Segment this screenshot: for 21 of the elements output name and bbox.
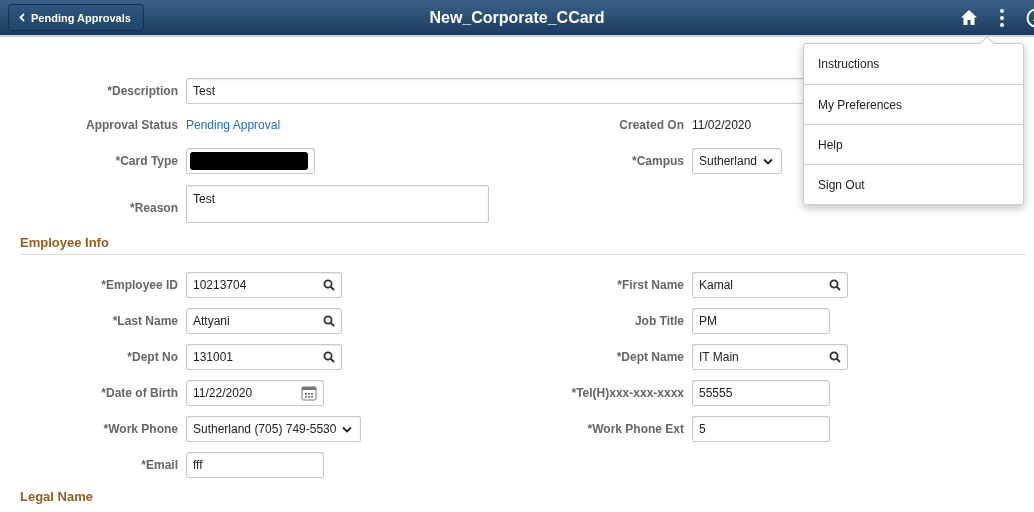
field-label: *Email xyxy=(140,458,179,472)
section-heading: Legal Name xyxy=(20,489,93,504)
field-label: *Dept Name xyxy=(615,350,685,364)
field-label: *Work Phone Ext xyxy=(586,422,685,436)
field-label: *Description xyxy=(106,84,179,98)
field-label: Created On xyxy=(618,118,685,132)
field-label: *First Name xyxy=(616,278,685,292)
field-label: *Date of Birth xyxy=(100,386,179,400)
section-heading: Employee Info xyxy=(20,235,109,250)
field-label: *Tel(H)xxx-xxx-xxxx xyxy=(570,386,685,400)
field-label: *Employee ID xyxy=(100,278,179,292)
field-value: 11/02/2020 xyxy=(692,118,752,132)
page-title: New_Corporate_CCard xyxy=(429,8,605,26)
field-label: *Card Type xyxy=(114,154,179,168)
field-label: Job Title xyxy=(633,314,685,328)
field-label: *Last Name xyxy=(111,314,179,328)
field-label: *Reason xyxy=(128,201,179,215)
field-label: *Dept No xyxy=(126,350,179,364)
field-label: Approval Status xyxy=(85,118,179,132)
field-label: *Work Phone xyxy=(102,422,179,436)
field-label: *Campus xyxy=(631,154,685,168)
